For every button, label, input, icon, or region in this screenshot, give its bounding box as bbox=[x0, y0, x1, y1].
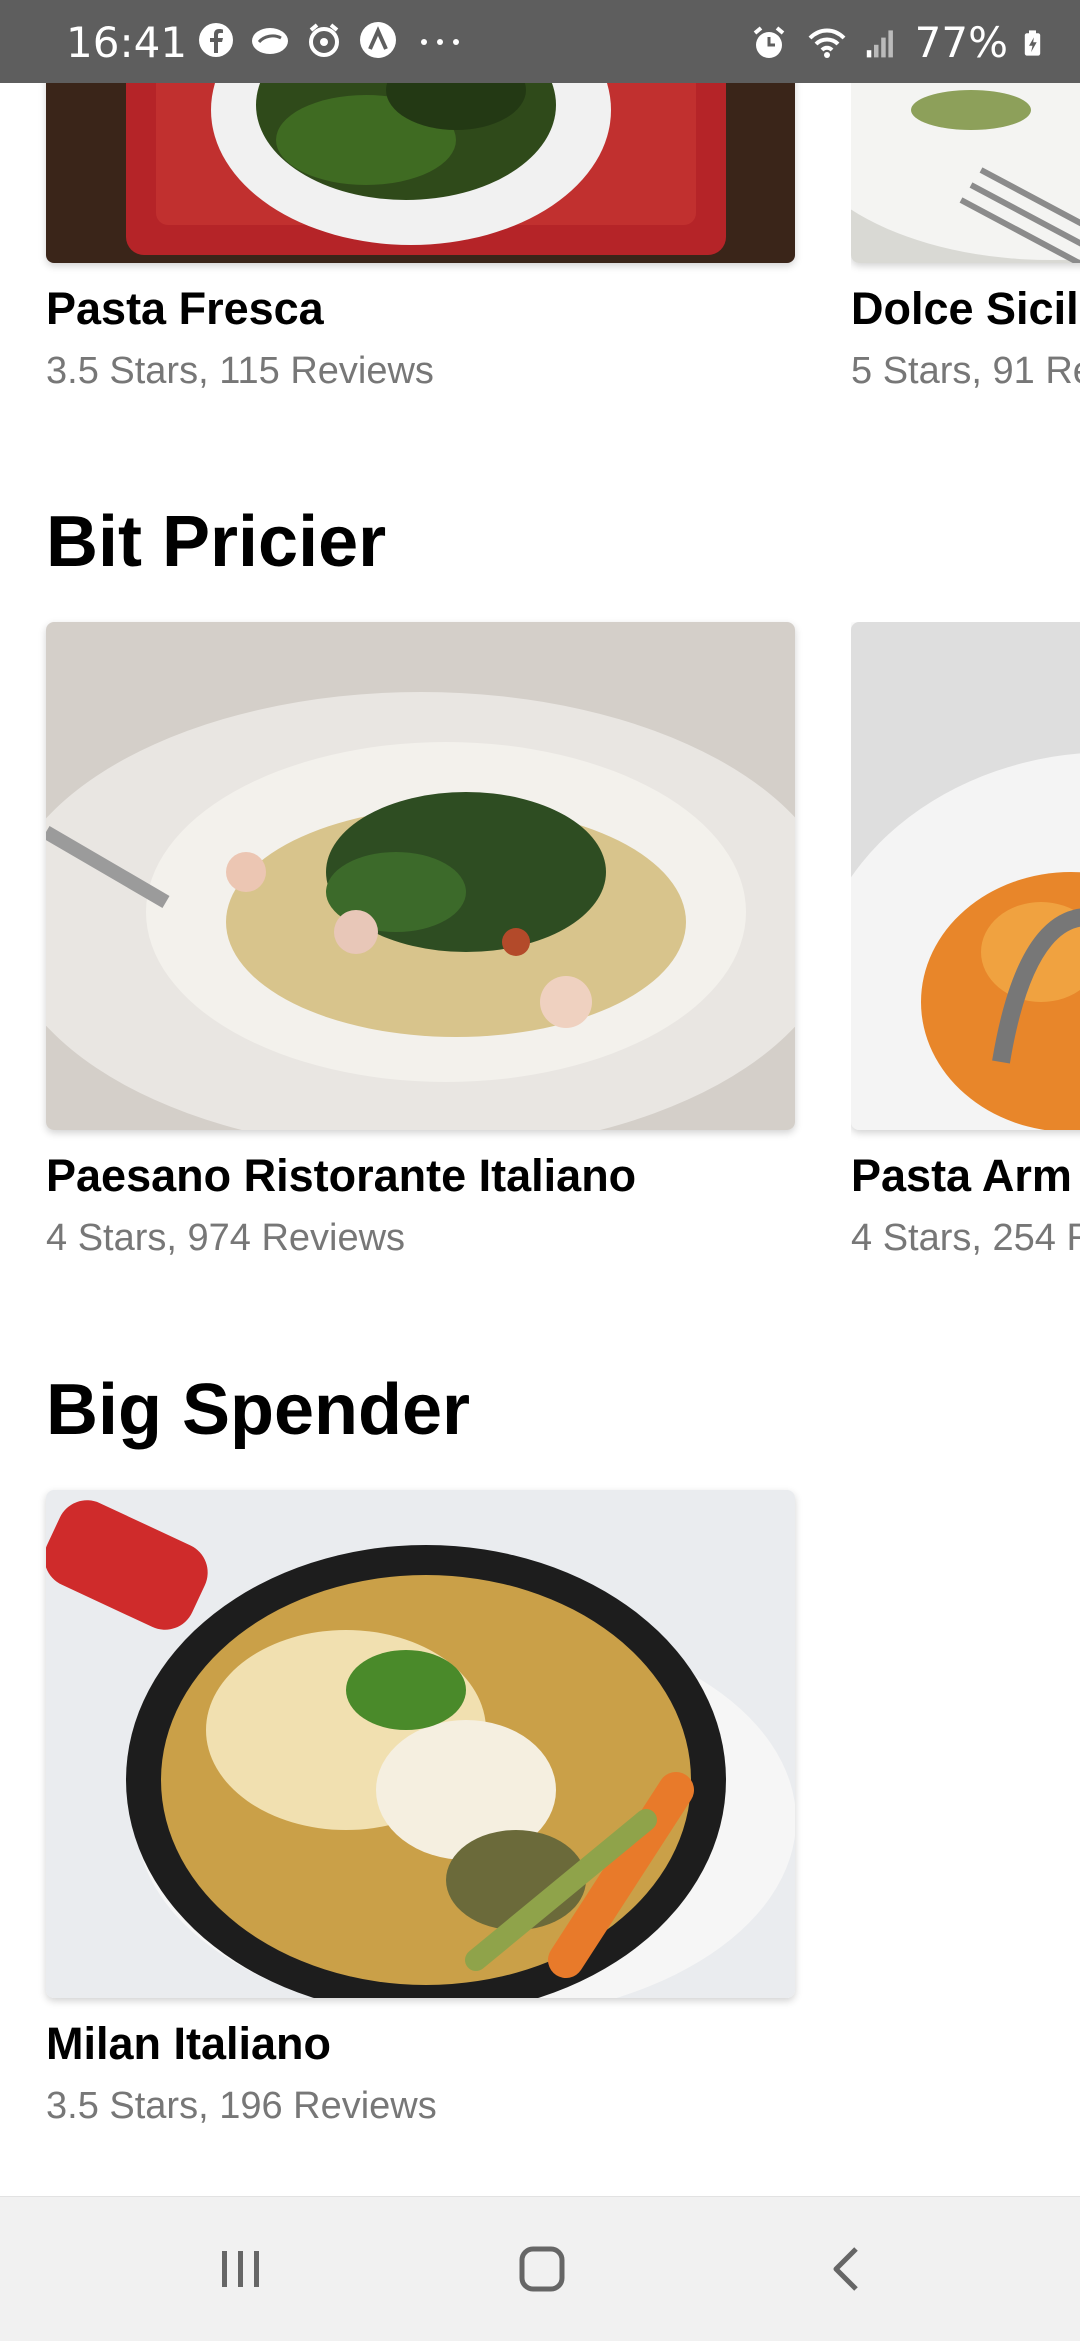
restaurant-rating: 3.5 Stars, 115 Reviews bbox=[46, 350, 434, 392]
restaurant-list[interactable]: Pasta Fresca 3.5 Stars, 115 Reviews Dolc… bbox=[0, 83, 1080, 2196]
restaurant-rating: 3.5 Stars, 196 Reviews bbox=[46, 2085, 437, 2127]
restaurant-name: Pasta Fresca bbox=[46, 283, 324, 334]
status-right-icons: 77% bbox=[749, 18, 1050, 67]
messenger-icon bbox=[252, 28, 288, 54]
restaurant-rating: 4 Stars, 974 Reviews bbox=[46, 1217, 406, 1259]
alarm-icon bbox=[753, 25, 784, 58]
restaurant-card[interactable]: Dolce Sicil 5 Stars, 91 Re bbox=[851, 83, 1080, 440]
status-time: 16:41 bbox=[66, 18, 188, 67]
facebook-icon bbox=[199, 23, 233, 57]
back-icon[interactable] bbox=[814, 2237, 878, 2301]
restaurant-card[interactable]: Pasta Arm 4 Stars, 254 R bbox=[851, 622, 1080, 1302]
status-bar: 16:41 77% bbox=[0, 0, 1080, 83]
section-title: Big Spender bbox=[46, 1370, 471, 1450]
section-title: Bit Pricier bbox=[46, 502, 387, 582]
battery-percentage: 77% bbox=[914, 18, 1008, 67]
a-app-icon bbox=[360, 22, 396, 58]
signal-icon bbox=[866, 29, 893, 57]
restaurant-name: Dolce Sicil bbox=[851, 283, 1079, 334]
battery-icon bbox=[1024, 29, 1041, 56]
restaurant-photo bbox=[46, 622, 795, 1130]
restaurant-name: Paesano Ristorante Italiano bbox=[46, 1150, 637, 1201]
status-left-icons bbox=[196, 20, 460, 60]
recent-apps-icon[interactable] bbox=[208, 2237, 272, 2301]
wifi-icon bbox=[808, 28, 846, 58]
restaurant-rating: 5 Stars, 91 Re bbox=[851, 350, 1080, 392]
restaurant-rating: 4 Stars, 254 R bbox=[851, 1217, 1080, 1259]
restaurant-photo bbox=[46, 1490, 795, 1998]
alarm-app-icon bbox=[309, 23, 339, 57]
system-navigation-bar bbox=[0, 2196, 1080, 2341]
home-icon[interactable] bbox=[510, 2237, 574, 2301]
restaurant-name: Milan Italiano bbox=[46, 2018, 332, 2069]
more-dots-icon bbox=[421, 39, 459, 45]
restaurant-name: Pasta Arm bbox=[851, 1150, 1072, 1201]
restaurant-photo bbox=[851, 83, 1080, 263]
restaurant-photo bbox=[851, 622, 1080, 1130]
restaurant-photo bbox=[46, 83, 795, 263]
